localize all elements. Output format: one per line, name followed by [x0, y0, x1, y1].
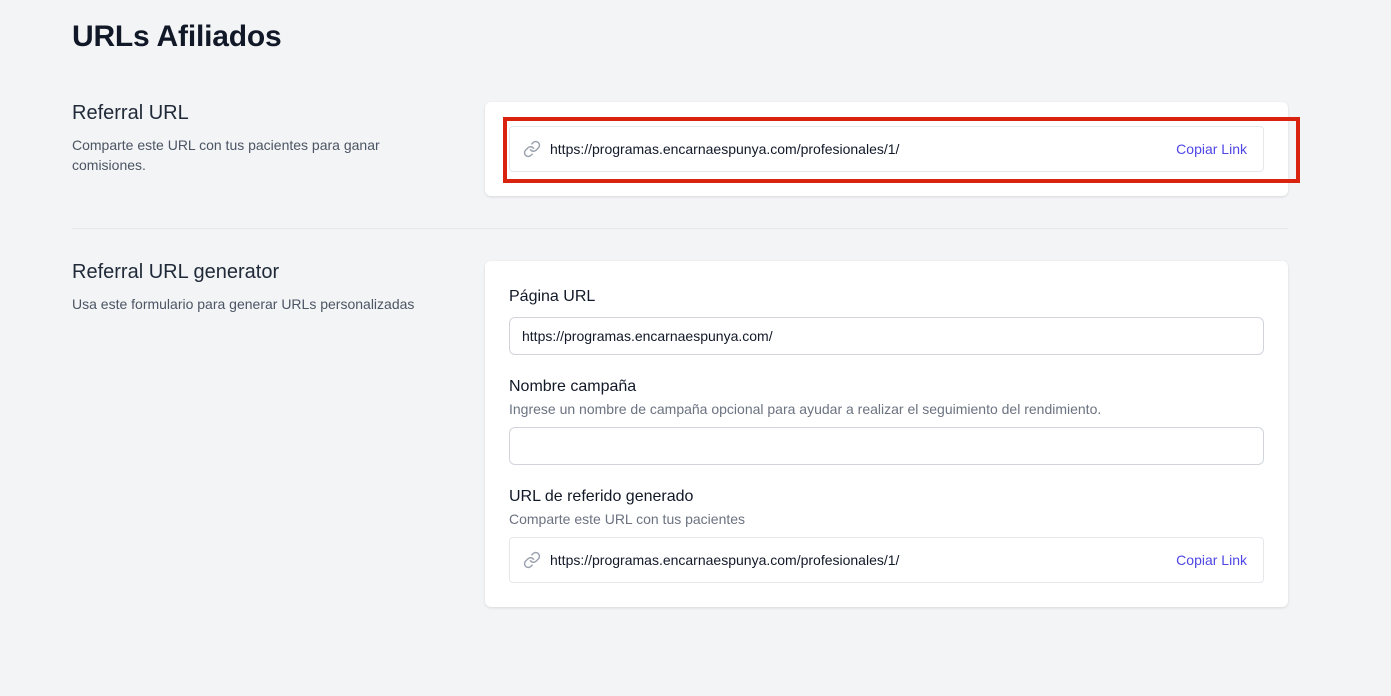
page-url-label: Página URL	[509, 288, 596, 305]
generated-url-text: https://programas.encarnaespunya.com/pro…	[550, 552, 900, 568]
generator-section-header: Referral URL generator Usa este formular…	[72, 261, 452, 314]
generator-section-title: Referral URL generator	[72, 261, 280, 283]
generated-url-help: Comparte este URL con tus pacientes	[509, 511, 746, 527]
referral-section-description: Comparte este URL con tus pacientes para…	[72, 137, 380, 173]
copy-generated-link-button[interactable]: Copiar Link	[1176, 552, 1247, 568]
generator-card: Página URL Nombre campaña Ingrese un nom…	[485, 261, 1288, 607]
referral-card: https://programas.encarnaespunya.com/pro…	[485, 102, 1288, 196]
referral-link-box: https://programas.encarnaespunya.com/pro…	[509, 126, 1264, 172]
section-divider	[72, 228, 1288, 229]
link-icon	[523, 140, 541, 158]
generated-url-label: URL de referido generado	[509, 488, 694, 505]
page-url-input[interactable]	[509, 317, 1264, 355]
referral-section-header: Referral URL Comparte este URL con tus p…	[72, 102, 452, 175]
link-icon	[523, 551, 541, 569]
generator-section-description: Usa este formulario para generar URLs pe…	[72, 296, 415, 312]
referral-section-title: Referral URL	[72, 102, 189, 124]
copy-link-button[interactable]: Copiar Link	[1176, 141, 1247, 157]
campaign-name-input[interactable]	[509, 427, 1264, 465]
page-title: URLs Afiliados	[72, 20, 282, 53]
generated-link-box: https://programas.encarnaespunya.com/pro…	[509, 537, 1264, 583]
campaign-name-label: Nombre campaña	[509, 378, 637, 395]
referral-url-text: https://programas.encarnaespunya.com/pro…	[550, 141, 900, 157]
campaign-name-help: Ingrese un nombre de campaña opcional pa…	[509, 401, 1102, 417]
